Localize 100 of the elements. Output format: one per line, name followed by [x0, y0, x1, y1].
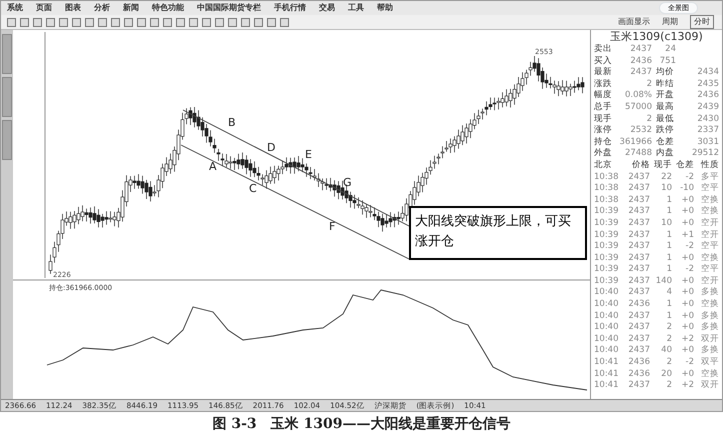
quote-value: 27488: [624, 148, 652, 160]
menu-item[interactable]: 中国国际期货专栏: [197, 2, 261, 14]
quote-value: 3031: [696, 136, 719, 148]
quote-label: 卖出: [594, 44, 613, 56]
table-cell-text: 10:40: [594, 310, 620, 322]
toolbar-label[interactable]: 周期: [662, 16, 678, 28]
quote-value: 0.08%: [624, 90, 652, 102]
quote-value: 2430: [696, 114, 719, 126]
table-cell-text: 1: [666, 299, 672, 311]
table-cell-text: 22: [660, 172, 672, 184]
column-header: 现手: [653, 160, 672, 172]
table-cell-text: 10:38: [594, 194, 620, 206]
quote-label: 最低: [655, 114, 675, 125]
table-cell-text: 1: [666, 264, 672, 276]
table-cell-text: 2437: [627, 172, 650, 184]
quote-label: 总手: [594, 102, 613, 114]
table-cell-text: +0: [680, 345, 694, 358]
table-cell-text: 1: [666, 310, 672, 322]
table-cell-text: 双开: [700, 334, 719, 345]
quote-value: 2: [646, 78, 652, 90]
menu-item[interactable]: 特色功能: [152, 2, 184, 14]
table-cell-text: 多换: [700, 287, 719, 299]
table-cell-text: +2: [680, 380, 694, 392]
menu-item[interactable]: 工具: [348, 2, 364, 14]
toolbar-label[interactable]: 分时: [690, 15, 714, 29]
table-cell-text: 10:39: [594, 218, 620, 230]
menu-item[interactable]: 帮助: [377, 2, 393, 14]
point-label: D: [267, 141, 276, 154]
table-cell-text: 10:39: [594, 230, 620, 242]
quote-label: 内盘: [655, 148, 675, 160]
menu-item[interactable]: 交易: [319, 2, 335, 14]
quote-value: 2436: [696, 90, 719, 102]
table-cell-text: 10:38: [594, 183, 620, 195]
table-cell-text: -2: [684, 264, 694, 276]
quote-value: 57000: [624, 102, 652, 114]
table-cell-text: 2437: [627, 322, 650, 334]
table-cell-text: 10: [660, 218, 672, 230]
table-cell-text: 2437: [627, 241, 650, 253]
quote-label: 涨停: [594, 125, 613, 137]
table-cell-text: 20: [660, 368, 672, 380]
quote-value: 2439: [696, 102, 719, 114]
quote-value: 2337: [696, 125, 719, 137]
table-cell-text: +0: [680, 368, 694, 380]
column-header: 仓差: [675, 160, 694, 172]
table-cell-text: -2: [684, 172, 694, 184]
menu-item[interactable]: 系统: [7, 2, 23, 14]
menu-item[interactable]: 页面: [36, 2, 52, 14]
table-cell-text: +0: [680, 252, 694, 264]
annotation-callout: 大阳线突破旗形上限，可买涨开仓: [409, 206, 587, 260]
table-cell-text: 2437: [627, 276, 650, 288]
table-cell-text: 10:40: [594, 334, 620, 346]
quote-value: 2436: [629, 56, 652, 68]
quote-label: 仓差: [655, 136, 675, 148]
quote-label: 最高: [655, 102, 675, 114]
table-cell-text: +0: [680, 310, 694, 322]
table-cell-text: 空换: [700, 368, 719, 380]
table-cell-text: 空平: [700, 264, 719, 276]
menu-item[interactable]: 分析: [94, 2, 110, 14]
quote-value: 2: [646, 114, 652, 126]
table-cell-text: 多换: [700, 310, 719, 322]
table-cell-text: 2: [666, 380, 672, 392]
table-cell-text: 1: [666, 252, 672, 264]
quote-value: 2437: [629, 44, 652, 56]
table-cell-text: 10:38: [594, 172, 620, 184]
quote-label: 最新: [594, 67, 613, 79]
table-cell-text: 10:40: [594, 299, 620, 311]
table-cell-text: +0: [680, 194, 694, 206]
toolbar-label[interactable]: 画面显示: [618, 16, 650, 28]
table-cell-text: 多换: [700, 322, 719, 334]
table-cell-text: -10: [679, 183, 694, 195]
table-cell-text: 2437: [627, 183, 650, 195]
table-cell-text: +2: [680, 334, 694, 346]
column-header: 北京: [594, 160, 613, 172]
column-header: 性质: [700, 160, 719, 172]
table-cell-text: 10:41: [594, 380, 620, 392]
quote-value: 361966: [618, 136, 652, 148]
table-cell-text: 40: [660, 345, 672, 358]
table-cell-text: 1: [666, 206, 672, 218]
table-cell-text: 2437: [627, 252, 650, 264]
table-cell-text: +0: [680, 299, 694, 311]
table-cell-text: 10:39: [594, 276, 620, 288]
table-cell-text: 2436: [627, 368, 650, 380]
table-cell-text: 2437: [627, 345, 650, 358]
table-cell-text: 10: [660, 183, 672, 195]
quote-label: 均价: [655, 67, 675, 79]
point-label: G: [343, 176, 352, 189]
table-cell-text: 10:40: [594, 345, 620, 358]
table-cell-text: 2: [666, 357, 672, 369]
point-label: A: [209, 160, 217, 173]
table-cell-text: 4: [666, 287, 672, 300]
menu-item[interactable]: 新闻: [123, 2, 139, 14]
table-cell-text: 10:39: [594, 264, 620, 276]
menu-item[interactable]: 图表: [65, 2, 81, 14]
table-cell-text: 2437: [627, 287, 650, 300]
table-cell-text: 空开: [700, 230, 719, 241]
table-cell-text: 2437: [627, 380, 650, 392]
table-cell-text: +0: [680, 218, 694, 230]
table-cell-text: 空换: [700, 252, 719, 264]
menu-item[interactable]: 手机行情: [274, 2, 306, 14]
table-cell-text: 空换: [700, 299, 719, 311]
